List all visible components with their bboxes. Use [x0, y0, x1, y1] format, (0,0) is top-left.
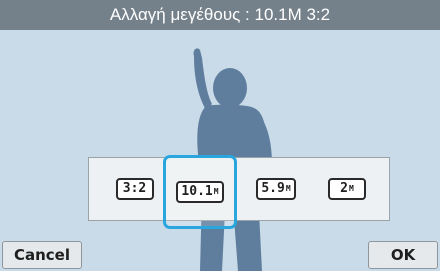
title-bar: Αλλαγή μεγέθους : 10.1M 3:2	[0, 0, 440, 30]
aspect-ratio-icon: 3:2	[116, 178, 154, 200]
page-title: Αλλαγή μεγέθους : 10.1M 3:2	[109, 5, 331, 24]
camera-resize-screen: Αλλαγή μεγέθους : 10.1M 3:2 3:2 10.1 M 5…	[0, 0, 440, 271]
resolution-options-bar: 3:2 10.1 M 5.9 M 2 M	[88, 155, 390, 229]
resolution-icon: 5.9 M	[256, 178, 296, 200]
option-2m[interactable]: 2 M	[313, 162, 381, 216]
option-5-9m[interactable]: 5.9 M	[242, 162, 310, 216]
option-3-2[interactable]: 3:2	[101, 162, 169, 216]
option-label: 3:2	[122, 181, 147, 196]
resolution-icon: 2 M	[328, 178, 366, 200]
ok-button[interactable]: OK	[368, 241, 438, 269]
cancel-button[interactable]: Cancel	[2, 241, 82, 269]
resolution-icon: 10.1 M	[176, 181, 224, 203]
option-10-1m[interactable]: 10.1 M	[163, 155, 237, 229]
option-label: 10.1	[181, 184, 213, 199]
option-label: 2	[340, 181, 348, 196]
option-label: 5.9	[261, 181, 285, 196]
